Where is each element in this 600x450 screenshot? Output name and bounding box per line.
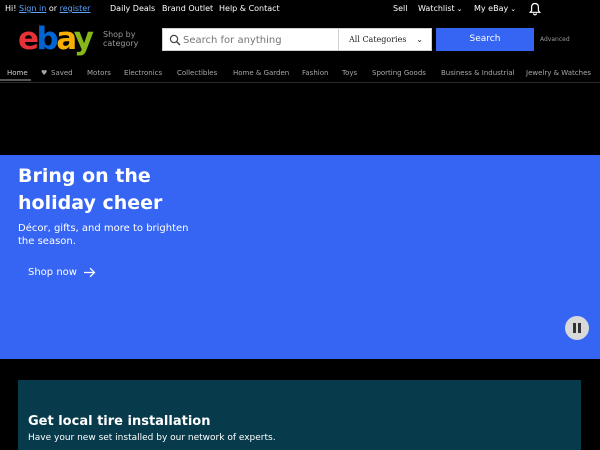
bell-icon[interactable] [528, 2, 542, 16]
brand-outlet-link[interactable]: Brand Outlet [162, 4, 213, 13]
hero-banner: Bring on the holiday cheer Décor, gifts,… [0, 155, 600, 359]
shop-by-category-button[interactable]: Shop by category [103, 30, 138, 48]
active-tab-indicator [0, 79, 31, 81]
heart-icon: ♥ [41, 69, 48, 77]
register-link[interactable]: register [60, 4, 91, 13]
sell-link[interactable]: Sell [393, 4, 407, 13]
chevron-down-icon: ⌄ [510, 5, 517, 13]
search-button[interactable]: Search [436, 28, 534, 51]
hero-subtitle: Décor, gifts, and more to brighten the s… [18, 223, 189, 247]
nav-item-toys[interactable]: Toys [342, 69, 357, 77]
nav-item-sporting-goods[interactable]: Sporting Goods [372, 69, 426, 77]
nav-item-home[interactable]: Home [7, 69, 28, 77]
nav-item-electronics[interactable]: Electronics [124, 69, 162, 77]
sign-in-link[interactable]: Sign in [19, 4, 46, 13]
category-label: category [103, 39, 139, 48]
category-nav: Home ♥ Saved Motors Electronics Collecti… [0, 66, 600, 83]
shop-now-label: Shop now [28, 267, 77, 278]
watchlist-menu[interactable]: Watchlist ⌄ [418, 4, 463, 13]
shop-by-label: Shop by [103, 30, 136, 39]
pause-icon[interactable] [565, 316, 589, 340]
logo-letter-y: y [73, 21, 94, 57]
ebay-logo[interactable]: ebay [18, 21, 94, 57]
greeting-text: Hi! [5, 4, 19, 13]
search-bar: All Categories ⌄ [162, 28, 432, 51]
advanced-search-link[interactable]: Advanced [540, 36, 570, 43]
nav-item-motors[interactable]: Motors [87, 69, 111, 77]
nav-item-collectibles[interactable]: Collectibles [177, 69, 217, 77]
logo-letter-e: e [18, 21, 39, 57]
shop-now-button[interactable]: Shop now [28, 267, 96, 278]
category-select-value: All Categories [349, 35, 407, 44]
logo-letter-b: b [36, 21, 59, 57]
nav-item-jewelry-watches[interactable]: Jewelry & Watches [526, 69, 591, 77]
promo-title: Get local tire installation [28, 414, 211, 429]
search-input[interactable] [181, 32, 335, 49]
hero-title: Bring on the holiday cheer [18, 165, 163, 214]
nav-item-home-garden[interactable]: Home & Garden [233, 69, 289, 77]
daily-deals-link[interactable]: Daily Deals [110, 4, 155, 13]
nav-item-fashion[interactable]: Fashion [302, 69, 328, 77]
category-select[interactable]: All Categories ⌄ [338, 29, 431, 50]
arrow-right-icon [83, 267, 96, 278]
my-ebay-menu[interactable]: My eBay ⌄ [474, 4, 516, 13]
chevron-down-icon: ⌄ [416, 35, 423, 44]
or-text: or [46, 4, 60, 13]
logo-letter-a: a [56, 21, 76, 57]
search-icon [169, 34, 181, 46]
chevron-down-icon: ⌄ [456, 5, 463, 13]
greeting: Hi! Sign in or register [5, 4, 90, 13]
tire-installation-promo[interactable]: Get local tire installation Have your ne… [18, 380, 581, 450]
nav-item-saved[interactable]: Saved [51, 69, 73, 77]
my-ebay-label: My eBay [474, 4, 509, 13]
watchlist-label: Watchlist [418, 4, 455, 13]
help-contact-link[interactable]: Help & Contact [219, 4, 280, 13]
promo-subtitle: Have your new set installed by our netwo… [28, 433, 276, 443]
top-bar: Hi! Sign in or register Daily Deals Bran… [0, 0, 600, 18]
nav-item-business-industrial[interactable]: Business & Industrial [441, 69, 515, 77]
